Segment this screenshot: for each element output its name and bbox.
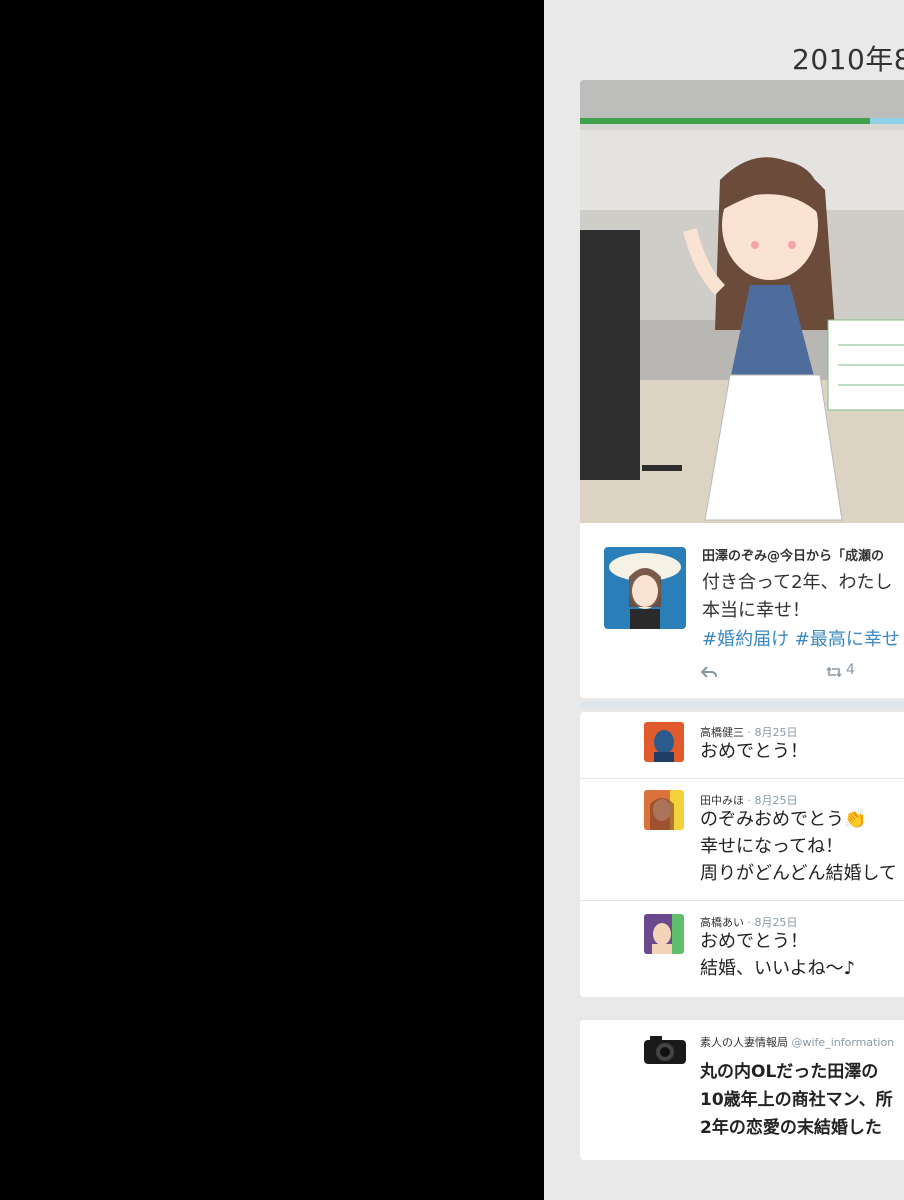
reply-item[interactable]: 高橋あい · 8月25日 おめでとう！ 結婚、いいよね〜♪ bbox=[580, 900, 904, 997]
retweet-icon[interactable] bbox=[826, 665, 842, 679]
reply-item[interactable]: 高橋健三 · 8月25日 おめでとう！ bbox=[580, 712, 904, 779]
reply-icon[interactable] bbox=[700, 663, 718, 681]
reply-text-line: のぞみおめでとう👏 bbox=[700, 809, 867, 830]
timeline-pane: 2010年8 田澤のぞみ@今日から「成瀬の 付き合って2年、わたし 本当に幸せ！… bbox=[544, 0, 904, 1200]
reply-avatar[interactable] bbox=[644, 722, 684, 762]
date-header: 2010年8 bbox=[792, 43, 904, 76]
tweet-text-line: 本当に幸せ！ bbox=[702, 600, 810, 621]
reply-text: のぞみおめでとう👏 幸せになってね！ 周りがどんどん結婚して bbox=[700, 806, 897, 887]
news-tweet-card[interactable]: 素人の人妻情報局 @wife_information 丸の内OLだった田澤の 1… bbox=[580, 1020, 904, 1160]
tweet-text: 付き合って2年、わたし 本当に幸せ！ bbox=[702, 569, 893, 625]
reply-avatar[interactable] bbox=[644, 914, 684, 954]
news-tweet-line: 10歳年上の商社マン、所 bbox=[700, 1090, 893, 1110]
camera-icon[interactable] bbox=[642, 1034, 688, 1066]
news-tweet-text: 丸の内OLだった田澤の 10歳年上の商社マン、所 2年の恋愛の末結婚した bbox=[700, 1058, 893, 1142]
news-tweet-author[interactable]: 素人の人妻情報局 bbox=[700, 1036, 788, 1049]
main-tweet: 田澤のぞみ@今日から「成瀬の 付き合って2年、わたし 本当に幸せ！ #婚約届け … bbox=[580, 523, 904, 698]
reply-text-line: 結婚、いいよね〜♪ bbox=[700, 958, 856, 979]
reply-text: おめでとう！ bbox=[700, 738, 808, 765]
reply-text-line: おめでとう！ bbox=[700, 931, 808, 952]
news-tweet-line: 2年の恋愛の末結婚した bbox=[700, 1118, 882, 1138]
reply-item[interactable]: 田中みほ · 8月25日 のぞみおめでとう👏 幸せになってね！ 周りがどんどん結… bbox=[580, 778, 904, 901]
thread-divider bbox=[580, 702, 904, 708]
reply-text-line: おめでとう！ bbox=[700, 741, 808, 762]
tweet-illustration-image[interactable] bbox=[580, 80, 904, 523]
replies-card: 高橋健三 · 8月25日 おめでとう！ 田中みほ · 8月25日 のぞみおめでと… bbox=[580, 712, 904, 997]
main-tweet-card[interactable]: 田澤のぞみ@今日から「成瀬の 付き合って2年、わたし 本当に幸せ！ #婚約届け … bbox=[580, 80, 904, 698]
tweet-hashtags[interactable]: #婚約届け #最高に幸せ bbox=[702, 625, 900, 651]
retweet-count: 4 bbox=[846, 662, 855, 678]
black-left-area bbox=[0, 0, 544, 1200]
author-avatar[interactable] bbox=[604, 547, 686, 629]
reply-text-line: 幸せになってね！ bbox=[700, 836, 844, 857]
reply-text: おめでとう！ 結婚、いいよね〜♪ bbox=[700, 928, 855, 982]
news-tweet-meta: 素人の人妻情報局 @wife_information bbox=[700, 1034, 894, 1050]
news-tweet-handle[interactable]: @wife_information bbox=[792, 1036, 895, 1049]
news-tweet-line: 丸の内OLだった田澤の bbox=[700, 1062, 879, 1082]
tweet-author[interactable]: 田澤のぞみ@今日から「成瀬の bbox=[702, 545, 884, 564]
reply-text-line: 周りがどんどん結婚して bbox=[700, 863, 897, 884]
reply-avatar[interactable] bbox=[644, 790, 684, 830]
tweet-text-line: 付き合って2年、わたし bbox=[702, 572, 893, 593]
